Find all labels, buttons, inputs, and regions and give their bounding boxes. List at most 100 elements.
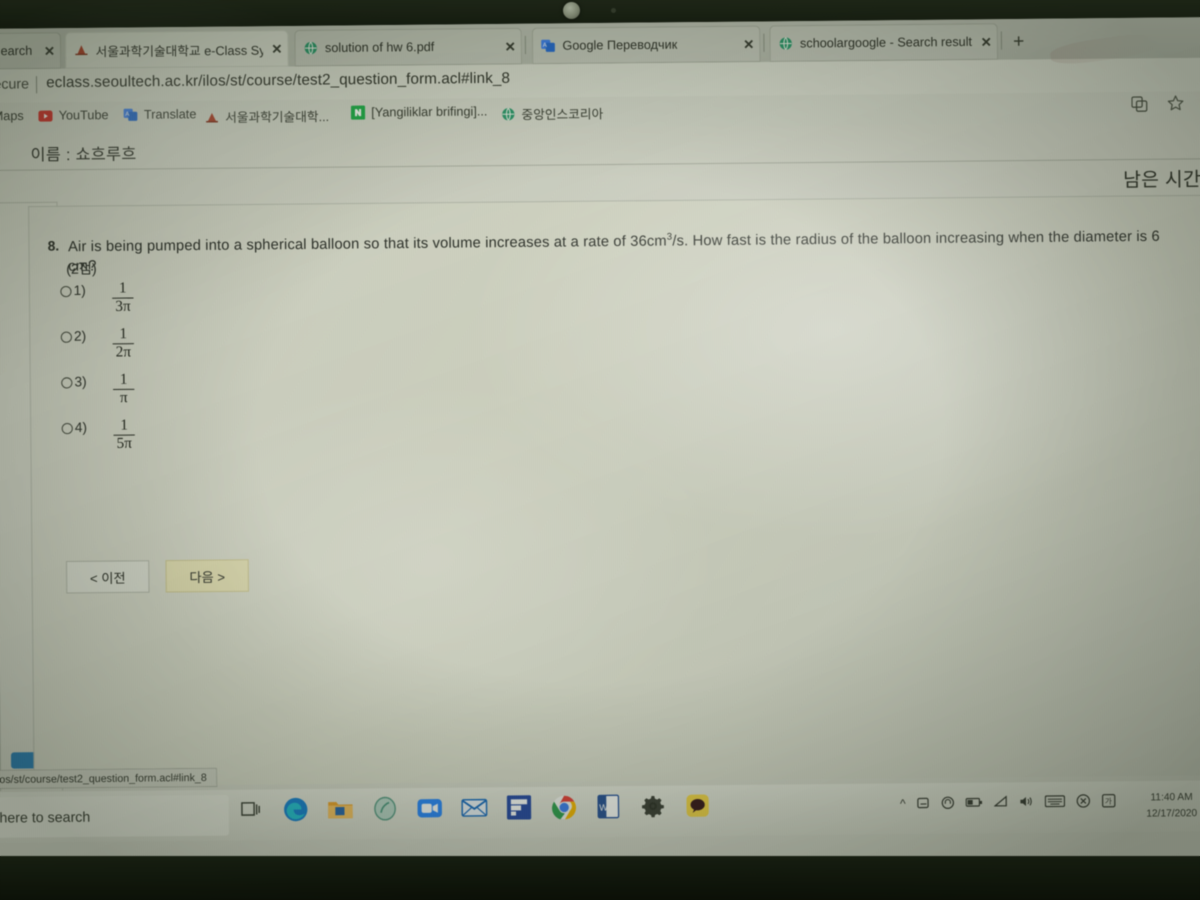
fraction-denominator: π	[119, 390, 128, 407]
fraction-denominator: 3π	[115, 298, 131, 316]
onedrive-icon[interactable]	[917, 796, 930, 811]
file-explorer-icon[interactable]	[326, 795, 355, 824]
show-hidden-icons-chevron[interactable]: ^	[900, 797, 906, 811]
teal-app-icon[interactable]	[371, 794, 400, 823]
next-question-button[interactable]: 다음 >	[165, 559, 249, 593]
choice-number: 3)	[74, 374, 87, 390]
radio-button[interactable]	[60, 331, 73, 343]
tab-title: Google Переводчик	[562, 37, 678, 53]
radio-button[interactable]	[60, 285, 72, 298]
bookmark-label: Translate	[143, 107, 197, 122]
page-viewport: 이름 : 쇼흐루흐 남은 시간 : 8. Air is being pumped…	[0, 121, 1200, 794]
new-tab-button[interactable]: +	[1013, 31, 1024, 52]
choice-fraction: 1 3π	[112, 280, 134, 316]
fraction-numerator: 1	[120, 417, 128, 434]
timer-label: 남은 시간 :	[1123, 169, 1200, 192]
extensions-area	[1131, 95, 1184, 118]
answer-choice-3[interactable]: 3) 1 π	[61, 371, 135, 419]
choice-number: 1)	[73, 282, 86, 299]
omnibox-divider	[35, 76, 38, 94]
question-number: 8.	[47, 238, 60, 254]
close-icon[interactable]: ✕	[271, 41, 282, 56]
zoom-icon[interactable]	[415, 794, 444, 823]
address-bar-url[interactable]: eclass.seoultech.ac.kr/ilos/st/course/te…	[46, 70, 510, 92]
screen-content: Search ✕ 서울과학기술대학교 e-Class Sys ✕ solutio…	[0, 17, 1200, 872]
fraction-denominator: 2π	[115, 344, 132, 361]
answer-choice-4[interactable]: 4) 1 5π	[61, 417, 136, 464]
tab-title: Search	[0, 43, 33, 59]
laptop-bezel-bottom	[0, 856, 1200, 900]
word-icon[interactable]: W	[594, 792, 623, 821]
answer-choice-1[interactable]: 1) 1 3π	[60, 280, 134, 327]
bookmark-label: [Yangiliklar brifingi]...	[371, 104, 488, 120]
bookmark-label: YouTube	[58, 107, 109, 123]
browser-tab-google-translate[interactable]: A Google Переводчик ✕	[531, 25, 761, 65]
ime-korean-icon[interactable]: 가	[1101, 793, 1116, 810]
radio-button[interactable]	[61, 377, 73, 389]
globe-icon	[501, 107, 515, 121]
taskbar-clock[interactable]: 11:40 AM 12/17/2020	[1146, 790, 1197, 822]
browser-tab-search[interactable]: Search ✕	[0, 32, 62, 70]
tab-title: 서울과학기술대학교 e-Class Sys	[95, 42, 264, 59]
settings-gear-icon[interactable]	[639, 792, 668, 821]
close-icon[interactable]: ✕	[505, 39, 516, 54]
taskbar-search-box[interactable]: here to search	[0, 794, 229, 838]
header-divider	[0, 158, 1200, 171]
action-x-icon[interactable]	[1076, 794, 1091, 810]
tab-divider	[763, 33, 765, 52]
question-navigation: < 이전 다음 >	[65, 559, 249, 594]
svg-text:W: W	[599, 803, 608, 813]
flipboard-icon[interactable]	[505, 793, 534, 822]
fraction-numerator: 1	[119, 325, 128, 343]
security-status-label: secure	[0, 75, 30, 92]
bookmark-translate[interactable]: A Translate	[123, 107, 197, 122]
bookmark-joongang-ins-korea[interactable]: 중앙인스코리아	[501, 103, 603, 123]
translate-extension-icon[interactable]	[1131, 95, 1148, 116]
kakaotalk-icon[interactable]	[683, 791, 712, 820]
question-panel: 8. Air is being pumped into a spherical …	[28, 194, 1200, 787]
bookmark-yangiliklar[interactable]: [Yangiliklar brifingi]...	[350, 104, 488, 120]
taskbar-icons: W	[237, 791, 712, 824]
student-name-label: 이름 : 쇼흐루흐	[30, 146, 137, 165]
question-text: Air is being pumped into a spherical bal…	[68, 226, 1185, 277]
svg-text:가: 가	[1105, 797, 1112, 806]
fraction-numerator: 1	[118, 280, 127, 297]
bookmark-star-icon[interactable]	[1167, 95, 1184, 117]
chrome-icon[interactable]	[549, 793, 578, 822]
volume-icon[interactable]	[1019, 795, 1033, 809]
browser-tab-eclass[interactable]: 서울과학기술대학교 e-Class Sys ✕	[64, 30, 289, 69]
choice-number: 2)	[73, 328, 87, 344]
close-icon[interactable]: ✕	[44, 43, 55, 58]
previous-question-button[interactable]: < 이전	[65, 560, 150, 594]
globe-icon	[303, 40, 318, 55]
headset-icon[interactable]	[941, 796, 955, 811]
bookmark-youtube[interactable]: YouTube	[38, 107, 109, 123]
webcam-led-icon	[611, 8, 616, 13]
network-icon[interactable]	[993, 795, 1008, 810]
youtube-icon	[38, 108, 53, 122]
globe-icon	[778, 36, 793, 51]
close-icon[interactable]: ✕	[743, 36, 754, 51]
browser-tab-schoolargoogle[interactable]: schoolargoogle - Search results ✕	[769, 23, 999, 62]
seoultech-icon	[205, 109, 219, 123]
radio-button[interactable]	[61, 422, 73, 435]
edge-icon[interactable]	[281, 795, 310, 824]
answer-choice-2[interactable]: 2) 1 2π	[60, 325, 135, 373]
tab-divider	[1000, 31, 1003, 50]
seoultech-icon	[73, 43, 88, 58]
translate-icon: A	[540, 38, 555, 53]
task-view-icon[interactable]	[237, 796, 266, 825]
windows-taskbar: here to search W ^ 가 11:40 AM 12/17/2020	[0, 780, 1200, 843]
tab-title: solution of hw 6.pdf	[324, 39, 435, 56]
close-icon[interactable]: ✕	[981, 34, 992, 49]
choice-fraction: 1 π	[113, 371, 135, 407]
browser-tab-solution-pdf[interactable]: solution of hw 6.pdf ✕	[294, 27, 523, 67]
battery-icon[interactable]	[965, 796, 983, 809]
laptop-screen-photo: Search ✕ 서울과학기술대학교 e-Class Sys ✕ solutio…	[0, 0, 1200, 900]
search-placeholder: here to search	[0, 808, 91, 826]
bookmark-maps[interactable]: Maps	[0, 109, 24, 124]
keyboard-layout-icon[interactable]	[1044, 795, 1066, 809]
bookmark-seoultech[interactable]: 서울과학기술대학...	[205, 106, 329, 126]
fraction-numerator: 1	[119, 371, 128, 388]
mail-icon[interactable]	[460, 793, 489, 822]
